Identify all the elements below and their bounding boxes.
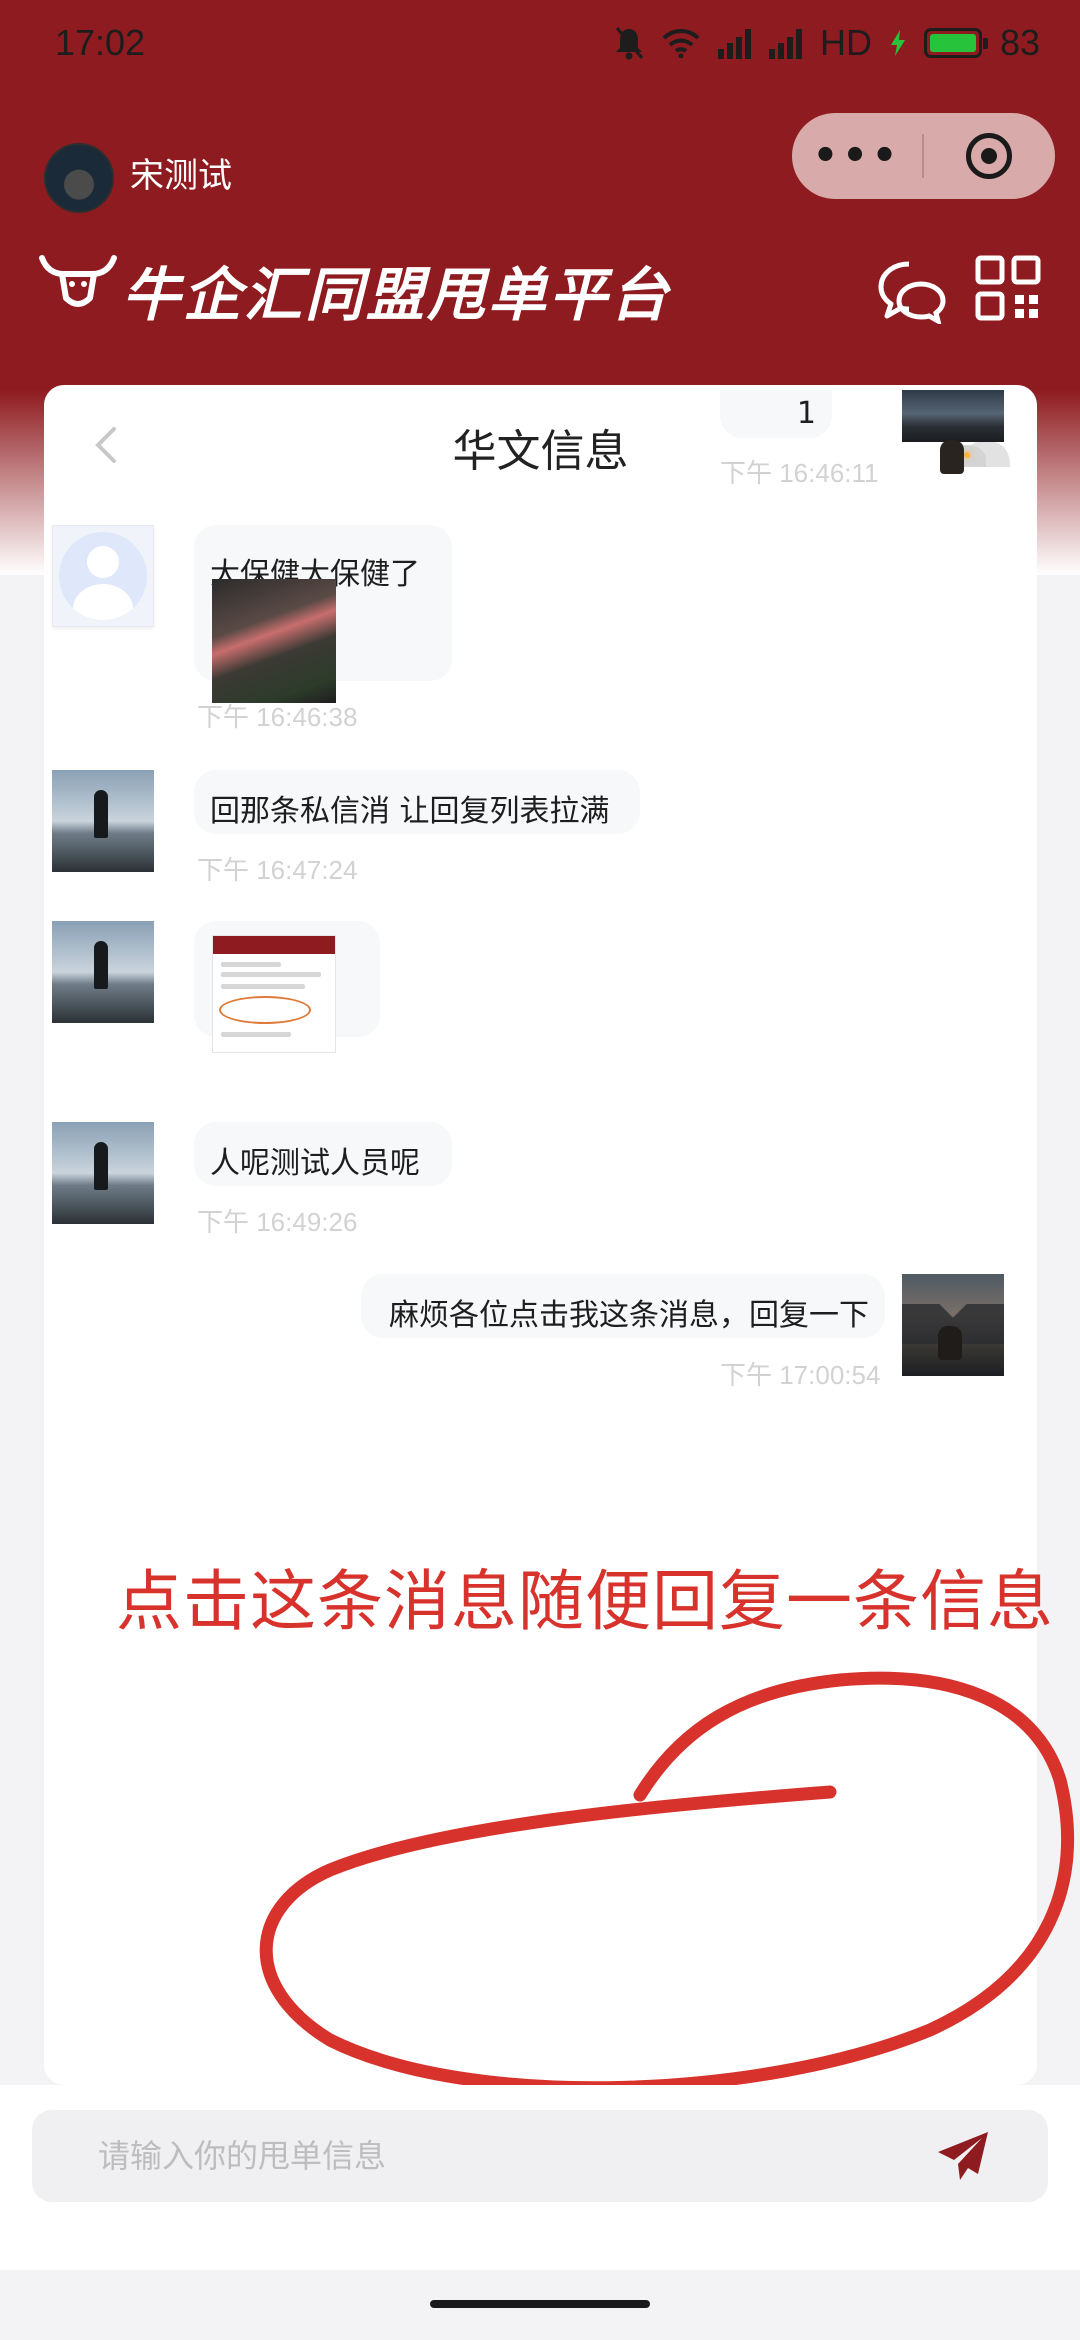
message-bubble[interactable]: 麻烦各位点击我这条消息，回复一下 xyxy=(361,1274,885,1338)
miniprogram-capsule: ••• xyxy=(792,113,1055,199)
home-indicator[interactable] xyxy=(430,2300,650,2308)
status-bar: 17:02 HD 83 xyxy=(0,0,1080,90)
battery-icon xyxy=(923,28,988,58)
bull-logo-icon xyxy=(39,255,117,307)
chat-card: 华文信息 1 下午 16:46:11 大保健大保健了 下午 16:46:38 回… xyxy=(44,385,1037,2085)
message-bubble[interactable]: 大保健大保健了 xyxy=(194,525,452,703)
message-timestamp: 下午 17:00:54 xyxy=(720,1360,881,1390)
message-text: 麻烦各位点击我这条消息，回复一下 xyxy=(389,1298,869,1333)
sender-avatar[interactable] xyxy=(52,525,154,627)
message-bubble[interactable] xyxy=(194,921,380,1053)
message-input-area xyxy=(0,2085,1080,2270)
sender-avatar[interactable] xyxy=(902,1274,1004,1376)
status-time: 17:02 xyxy=(55,22,146,63)
sender-avatar[interactable] xyxy=(902,390,1004,474)
bell-mute-icon xyxy=(615,27,644,60)
network-label: HD xyxy=(819,22,872,63)
chat-bubbles-icon[interactable] xyxy=(877,258,947,324)
send-icon[interactable] xyxy=(936,2130,992,2182)
message-input[interactable] xyxy=(98,2130,898,2182)
message-timestamp: 下午 16:46:11 xyxy=(720,458,879,488)
target-icon xyxy=(966,133,1012,179)
qr-code-icon[interactable] xyxy=(975,255,1041,321)
status-icons: HD 83 xyxy=(614,22,1040,64)
chat-title: 华文信息 xyxy=(452,426,629,477)
charging-icon xyxy=(890,30,905,56)
annotation-text: 点击这条消息随便回复一条信息 xyxy=(116,1563,1054,1640)
more-button[interactable]: ••• xyxy=(792,133,922,179)
signal-4g-icon xyxy=(768,27,802,59)
battery-level: 83 xyxy=(999,22,1040,63)
message-bubble[interactable]: 1 xyxy=(720,390,832,438)
message-timestamp: 下午 16:49:26 xyxy=(197,1207,358,1237)
message-timestamp: 下午 16:46:38 xyxy=(197,702,358,732)
message-text: 回那条私信消 让回复列表拉满 xyxy=(210,794,610,829)
message-image[interactable] xyxy=(212,579,336,703)
close-miniprogram-button[interactable] xyxy=(924,133,1054,179)
message-timestamp: 下午 16:47:24 xyxy=(197,855,358,885)
message-bubble[interactable]: 回那条私信消 让回复列表拉满 xyxy=(194,770,640,834)
sender-avatar[interactable] xyxy=(52,770,154,872)
message-text: 人呢测试人员呢 xyxy=(210,1146,420,1181)
user-name: 宋测试 xyxy=(130,156,232,196)
signal-5g-icon xyxy=(717,27,751,59)
sender-avatar[interactable] xyxy=(52,1122,154,1224)
user-avatar[interactable] xyxy=(44,143,114,213)
wifi-icon xyxy=(662,28,700,58)
sender-avatar[interactable] xyxy=(52,921,154,1023)
brand-title: 牛企汇同盟甩单平台 xyxy=(122,261,672,329)
message-input-box xyxy=(32,2110,1048,2202)
message-image[interactable] xyxy=(212,935,336,1053)
message-text: 1 xyxy=(796,396,816,431)
message-bubble[interactable]: 人呢测试人员呢 xyxy=(194,1122,452,1186)
